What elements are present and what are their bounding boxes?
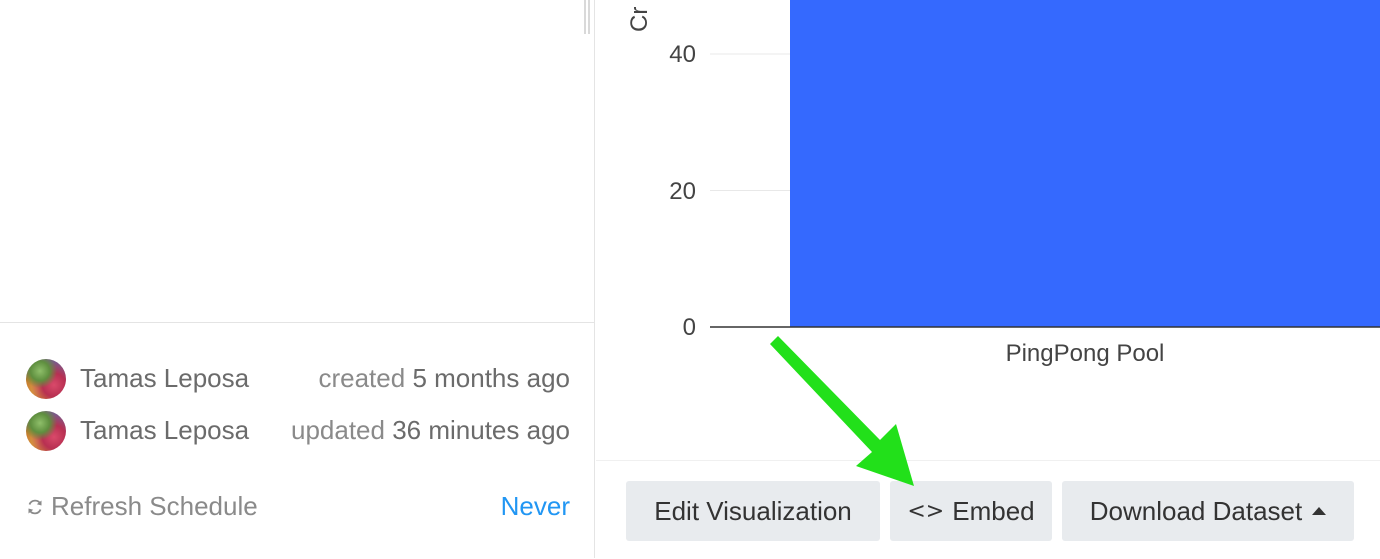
y-tick-label: 40 (669, 41, 696, 68)
refresh-schedule-label: Refresh Schedule (51, 491, 258, 521)
left-panel: Tamas Leposa created 5 months ago Tamas … (0, 0, 594, 558)
created-action: created (318, 363, 406, 393)
avatar (26, 411, 66, 451)
embed-button[interactable]: <> Embed (890, 481, 1052, 541)
chart-plot (710, 0, 1380, 328)
visualization-toolbar: Edit Visualization <> Embed Download Dat… (596, 460, 1380, 559)
updated-time: 36 minutes ago (392, 415, 570, 445)
download-dataset-label: Download Dataset (1089, 495, 1303, 526)
refresh-schedule-link[interactable]: Never (501, 491, 570, 522)
x-tick-label: PingPong Pool (1005, 340, 1165, 367)
created-row: Tamas Leposa created 5 months ago (26, 359, 570, 399)
edit-visualization-label: Edit Visualization (654, 495, 852, 526)
bar-chart: Cr 40 20 0 PingPong Pool (596, 0, 1380, 460)
y-axis-label: Cr (626, 6, 653, 32)
created-time: 5 months ago (412, 363, 570, 393)
code-icon: <> (907, 498, 945, 524)
refresh-schedule-row: Refresh Schedule Never (26, 489, 570, 529)
refresh-icon (28, 499, 42, 515)
updated-action: updated (290, 415, 385, 445)
y-tick-label: 0 (682, 314, 696, 341)
divider (0, 322, 594, 323)
avatar (26, 359, 66, 399)
embed-label: Embed (952, 495, 1035, 526)
caret-up-icon (1312, 507, 1327, 515)
updated-user-name: Tamas Leposa (80, 415, 250, 445)
y-tick-label: 20 (669, 178, 696, 205)
resize-handle[interactable] (584, 0, 590, 34)
updated-meta: updated 36 minutes ago (291, 415, 570, 446)
created-meta: created 5 months ago (318, 363, 570, 394)
created-user-name: Tamas Leposa (80, 363, 250, 393)
updated-row: Tamas Leposa updated 36 minutes ago (26, 411, 570, 451)
panel-separator (594, 0, 595, 558)
bar[interactable] (790, 0, 1380, 327)
edit-visualization-button[interactable]: Edit Visualization (626, 481, 880, 541)
download-dataset-button[interactable]: Download Dataset (1062, 481, 1354, 541)
